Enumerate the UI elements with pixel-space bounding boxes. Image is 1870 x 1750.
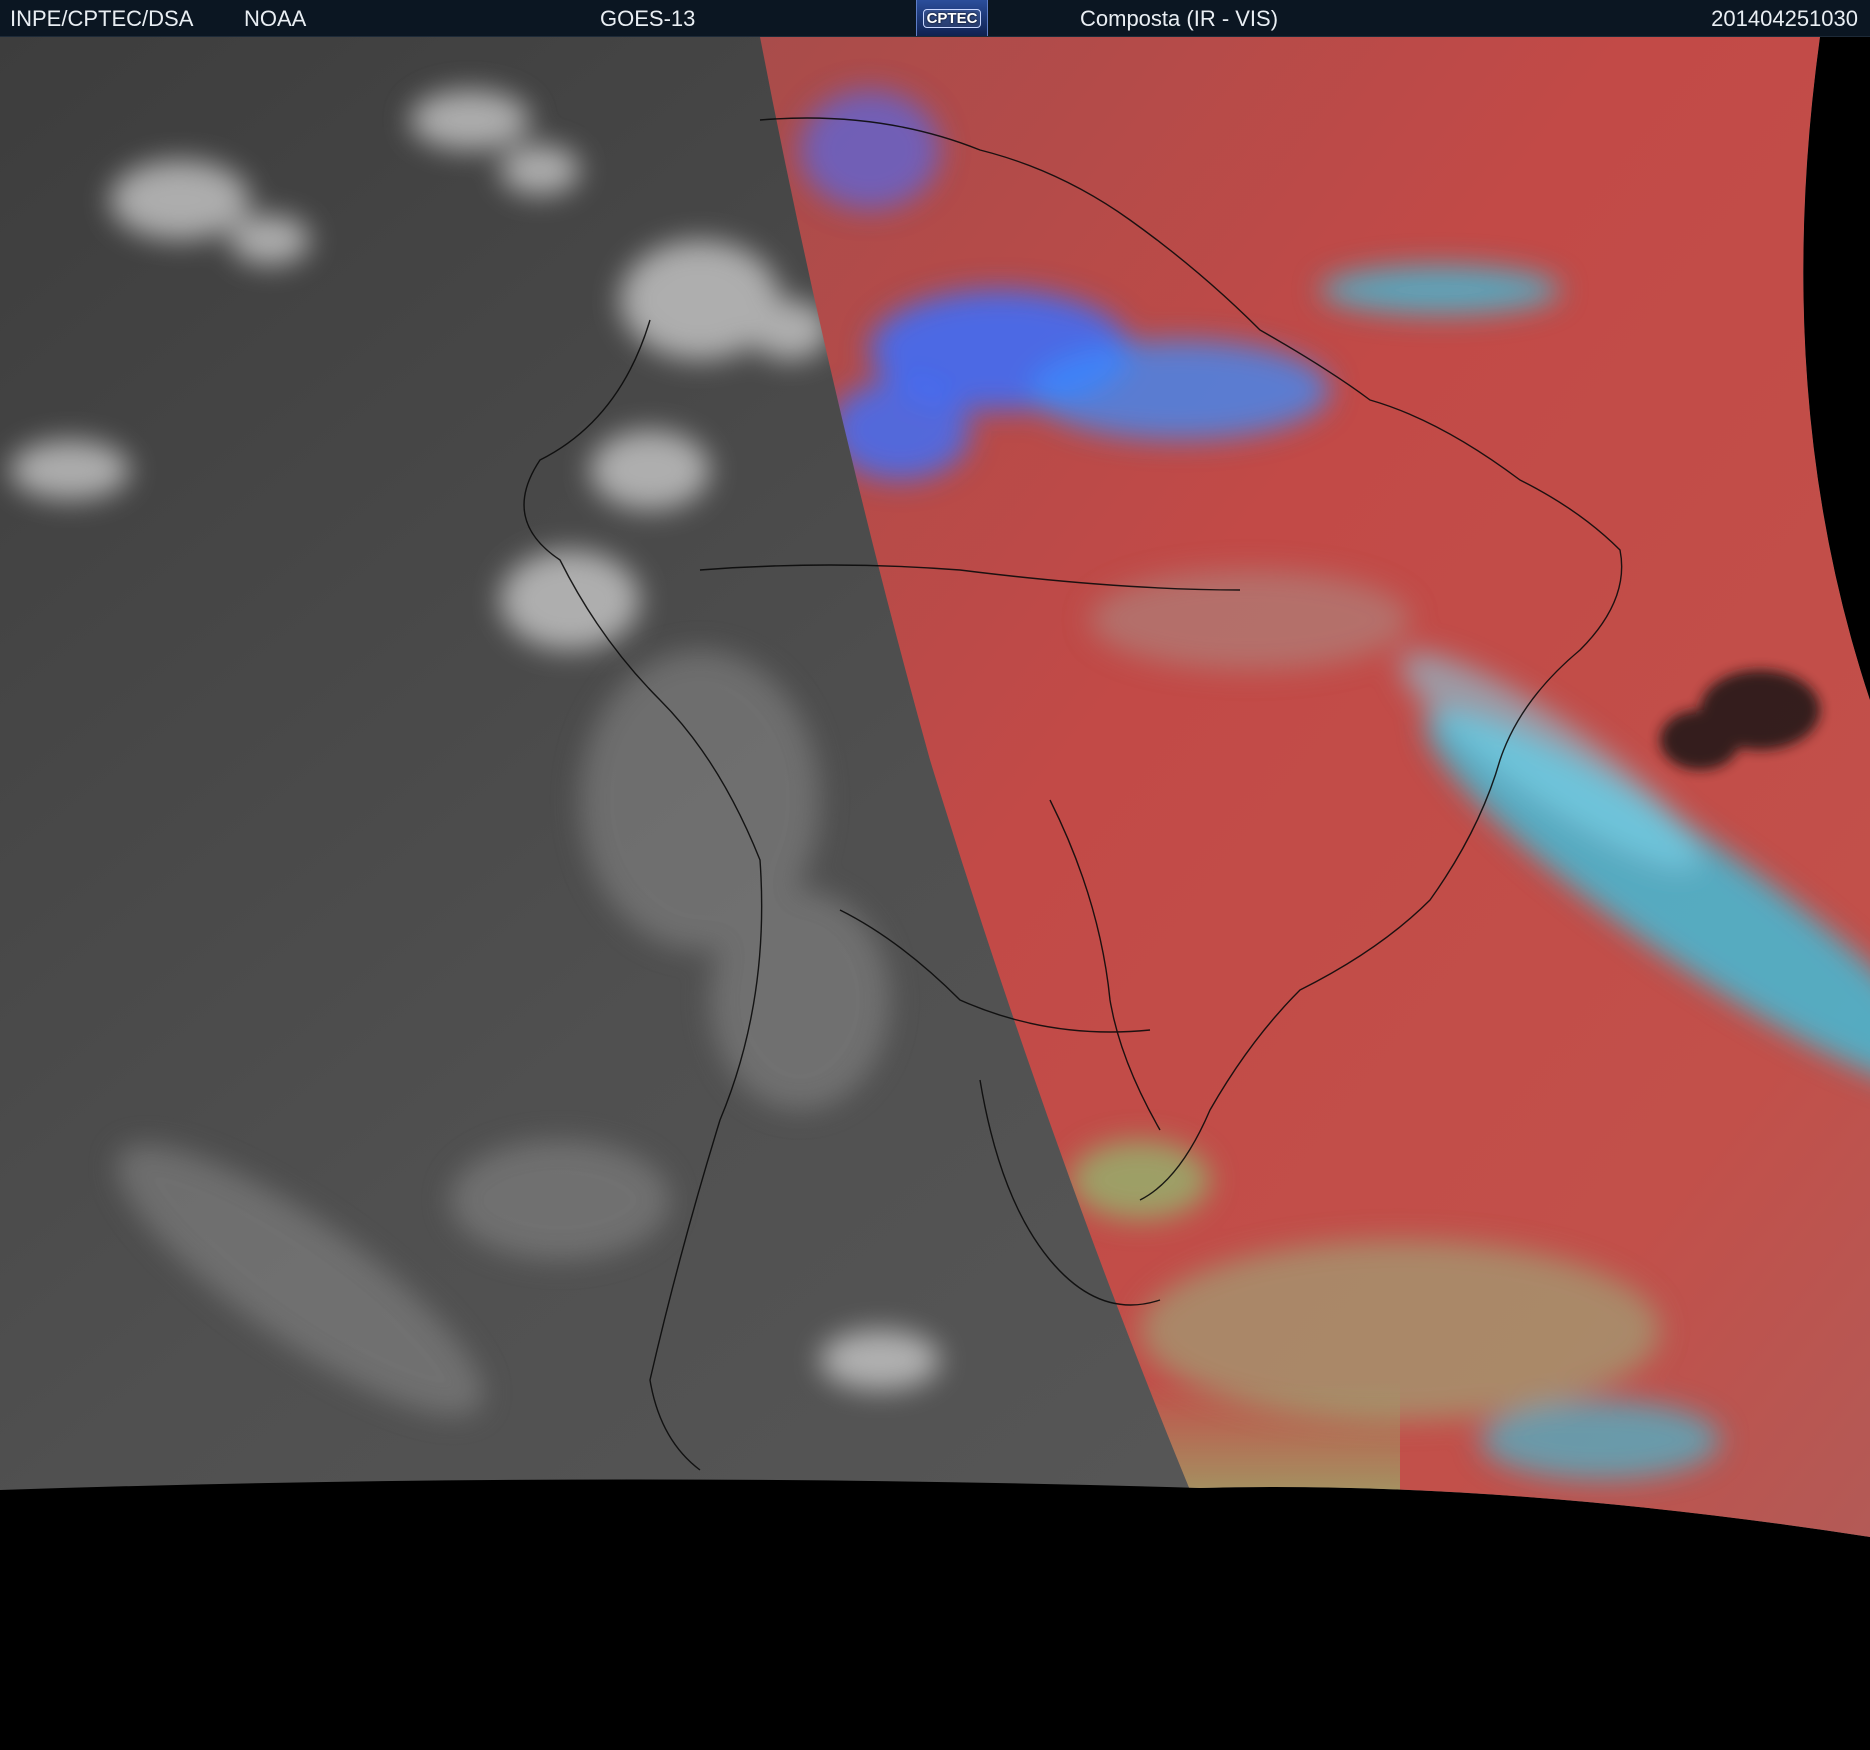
- satellite-label: GOES-13: [600, 6, 696, 31]
- satellite-composite-svg: [0, 37, 1870, 1537]
- cptec-logo: CPTEC: [916, 0, 988, 36]
- agency-label: NOAA: [244, 6, 307, 31]
- product-label: Composta (IR - VIS): [1080, 6, 1279, 31]
- timestamp-label: 201404251030: [1711, 6, 1858, 31]
- organization-label: INPE/CPTEC/DSA: [10, 6, 194, 31]
- satellite-image: [0, 37, 1870, 1750]
- earth-disk: [0, 37, 1870, 1537]
- logo-text: CPTEC: [922, 8, 982, 28]
- title-bar: INPE/CPTEC/DSA NOAA GOES-13 CPTEC Compos…: [0, 0, 1870, 37]
